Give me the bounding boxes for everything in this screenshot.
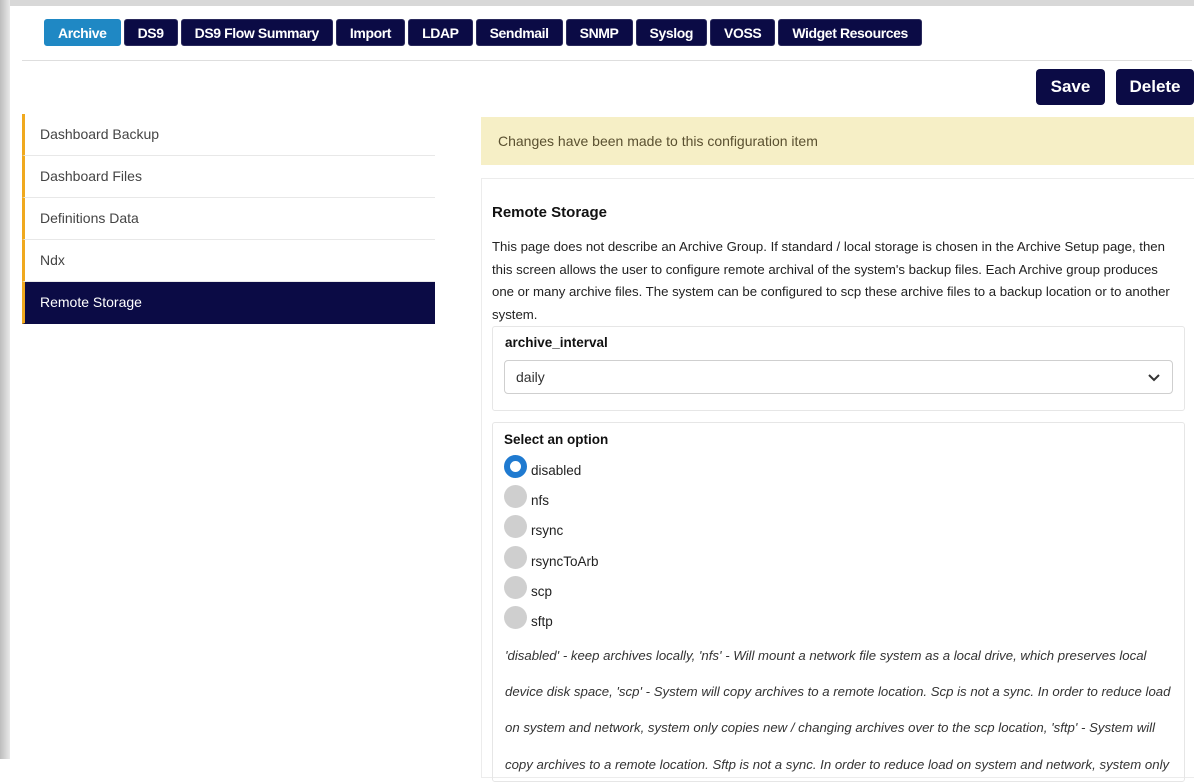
- sidebar-item-dashboard-backup[interactable]: Dashboard Backup: [22, 114, 435, 156]
- radio-option-label: disabled: [531, 462, 582, 478]
- radio-button[interactable]: [504, 545, 527, 569]
- sidebar-item-dashboard-files[interactable]: Dashboard Files: [22, 156, 435, 198]
- tab-divider: [22, 60, 1192, 61]
- archive-interval-value: daily: [516, 369, 545, 385]
- radio-button[interactable]: [504, 606, 527, 630]
- section-description: This page does not describe an Archive G…: [492, 239, 1170, 323]
- radio-option-disabled[interactable]: disabled: [504, 454, 599, 485]
- sidebar-item-definitions-data[interactable]: Definitions Data: [22, 198, 435, 240]
- radio-button[interactable]: [504, 484, 527, 508]
- radio-option-sftp[interactable]: sftp: [504, 606, 599, 636]
- tab-import[interactable]: Import: [335, 19, 406, 46]
- window-edge: [0, 0, 10, 759]
- tab-bar: Archive DS9 DS9 Flow Summary Import LDAP…: [44, 19, 922, 46]
- tab-syslog[interactable]: Syslog: [635, 19, 708, 46]
- chevron-down-icon: [1148, 374, 1160, 382]
- save-button[interactable]: Save: [1036, 69, 1105, 105]
- radio-option-label: sftp: [531, 614, 553, 630]
- radio-button[interactable]: [504, 515, 527, 539]
- tab-ds9-flow-summary[interactable]: DS9 Flow Summary: [180, 19, 333, 46]
- radio-option-scp[interactable]: scp: [504, 575, 599, 606]
- tab-ds9[interactable]: DS9: [123, 19, 178, 46]
- archive-interval-label: archive_interval: [505, 335, 608, 350]
- radio-option-label: rsyncToArb: [531, 553, 599, 569]
- window-top-border: [10, 0, 1194, 6]
- tab-voss[interactable]: VOSS: [710, 19, 776, 46]
- radio-option-rsync[interactable]: rsync: [504, 515, 599, 546]
- delete-button[interactable]: Delete: [1116, 69, 1194, 105]
- tab-sendmail[interactable]: Sendmail: [475, 19, 563, 46]
- sidebar: Dashboard Backup Dashboard Files Definit…: [22, 114, 435, 324]
- tab-snmp[interactable]: SNMP: [565, 19, 633, 46]
- option-help-text: 'disabled' - keep archives locally, 'nfs…: [505, 648, 1171, 772]
- radio-group: disabled nfs rsync rsyncToArb scp sftp: [504, 454, 599, 637]
- radio-option-label: rsync: [531, 523, 564, 539]
- radio-button[interactable]: [504, 454, 527, 478]
- radio-option-label: scp: [531, 583, 553, 599]
- option-group-label: Select an option: [504, 432, 609, 447]
- sidebar-item-ndx[interactable]: Ndx: [22, 240, 435, 282]
- tab-archive[interactable]: Archive: [44, 19, 121, 46]
- archive-interval-select[interactable]: daily: [504, 360, 1173, 394]
- section-title: Remote Storage: [492, 204, 608, 221]
- radio-option-rsynctoarb[interactable]: rsyncToArb: [504, 545, 599, 576]
- changes-notice: Changes have been made to this configura…: [481, 117, 1194, 165]
- radio-button[interactable]: [504, 575, 527, 599]
- radio-option-nfs[interactable]: nfs: [504, 484, 599, 515]
- radio-option-label: nfs: [531, 492, 550, 508]
- tab-widget-resources[interactable]: Widget Resources: [778, 19, 922, 46]
- tab-ldap[interactable]: LDAP: [408, 19, 473, 46]
- sidebar-item-remote-storage[interactable]: Remote Storage: [22, 282, 435, 324]
